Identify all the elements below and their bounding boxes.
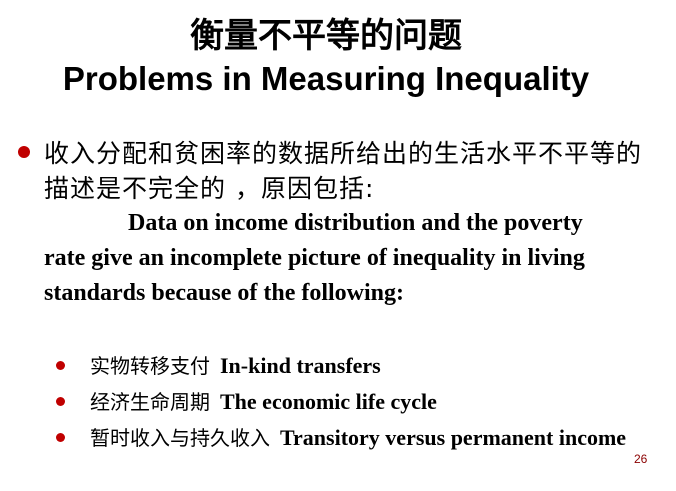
sub-bullet-chinese: 暂时收入与持久收入 <box>90 426 270 450</box>
bullet-icon <box>56 361 65 370</box>
sub-bullet-chinese: 经济生命周期 <box>90 390 210 414</box>
main-bullet-chinese: 收入分配和贫困率的数据所给出的生活水平不平等的描述是不完全的 ，原因包括: <box>44 139 643 203</box>
bullet-icon <box>18 146 30 158</box>
sub-bullet: 经济生命周期 The economic life cycle <box>56 384 666 420</box>
sub-bullet-english: The economic life cycle <box>220 389 437 414</box>
bullet-icon <box>56 397 65 406</box>
sub-bullet-english: In-kind transfers <box>220 353 381 378</box>
sub-bullet: 暂时收入与持久收入 Transitory versus permanent inc… <box>56 423 666 453</box>
sub-bullet-chinese: 实物转移支付 <box>90 354 210 378</box>
page-number: 26 <box>634 452 648 466</box>
bullet-icon <box>56 433 65 442</box>
main-bullet-english: Data on income distribution and the pove… <box>44 210 585 306</box>
slide-title-chinese: 衡量不平等的问题 <box>190 16 462 56</box>
sub-bullet-english: Transitory versus permanent income <box>280 425 627 450</box>
sub-bullet: 实物转移支付 In-kind transfers <box>56 348 666 384</box>
slide-title-english: Problems in Measuring Inequality <box>62 60 590 97</box>
